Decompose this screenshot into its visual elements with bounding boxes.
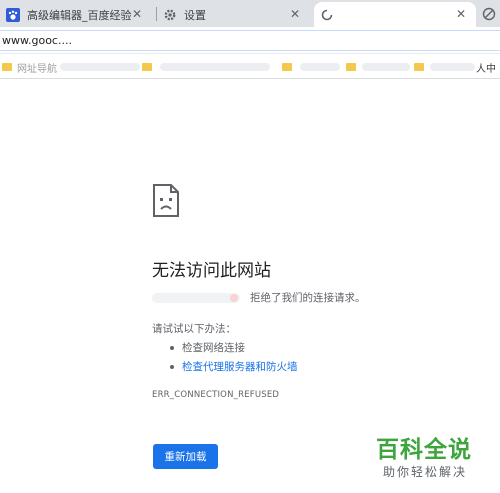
bookmark-folder[interactable] — [414, 61, 429, 73]
error-description-text: 拒绝了我们的连接请求。 — [250, 292, 366, 304]
folder-icon — [2, 63, 12, 71]
gear-icon — [163, 8, 177, 22]
loading-spinner-icon — [320, 8, 334, 22]
suggestion-text: 检查网络连接 — [182, 342, 245, 354]
bookmark-folder[interactable] — [142, 61, 157, 73]
bookmark-item[interactable]: 人中 — [476, 61, 496, 75]
error-description: 拒绝了我们的连接请求。 — [152, 290, 366, 305]
close-tab-icon[interactable]: ✕ — [454, 7, 468, 21]
bullet — [170, 345, 174, 350]
bookmark-item[interactable]: 网址导航 — [2, 61, 57, 75]
address-text[interactable]: www.gooc.... — [2, 34, 72, 47]
try-label: 请试试以下办法： — [152, 323, 236, 335]
bookmark-folder[interactable] — [282, 61, 297, 73]
bookmarks-bar: 网址导航 人中 — [0, 55, 500, 79]
tab-baidu-jingyan[interactable]: 高级编辑器_百度经验 ✕ — [0, 2, 152, 27]
blocked-icon — [482, 7, 496, 21]
sad-page-icon — [152, 184, 180, 217]
bookmark-label: 网址导航 — [17, 63, 57, 75]
tab-title: 高级编辑器_百度经验 — [27, 8, 132, 22]
bullet — [170, 364, 174, 369]
error-title: 无法访问此网站 — [152, 261, 271, 281]
redacted-site-name — [152, 292, 240, 303]
tab-title: 设置 — [184, 8, 206, 22]
tab-current[interactable]: ✕ — [314, 2, 476, 27]
close-tab-icon[interactable]: ✕ — [288, 7, 302, 21]
close-tab-icon[interactable]: ✕ — [130, 7, 144, 21]
folder-icon — [414, 63, 424, 71]
tab-settings[interactable]: 设置 ✕ — [157, 2, 310, 27]
toolbar: www.gooc.... — [0, 27, 500, 54]
blurred-bookmark — [430, 63, 475, 71]
new-tab-button[interactable] — [482, 6, 496, 21]
folder-icon — [282, 63, 292, 71]
baidu-paw-icon — [6, 7, 20, 22]
blurred-bookmark — [300, 63, 340, 71]
blurred-bookmark — [362, 63, 410, 71]
address-bar[interactable]: www.gooc.... — [0, 30, 500, 51]
bookmark-folder[interactable] — [346, 61, 361, 73]
folder-icon — [142, 63, 152, 71]
folder-icon — [346, 63, 356, 71]
watermark-tagline: 助你轻松解决 — [383, 465, 468, 479]
suggestion-link[interactable]: 检查代理服务器和防火墙 — [170, 359, 298, 374]
blurred-bookmark — [160, 63, 270, 71]
error-code: ERR_CONNECTION_REFUSED — [152, 390, 280, 400]
tab-strip: 高级编辑器_百度经验 ✕ 设置 ✕ ✕ — [0, 0, 500, 27]
suggestion-item: 检查网络连接 — [170, 340, 245, 355]
bookmark-label: 人中 — [476, 63, 496, 75]
blurred-bookmark — [60, 63, 140, 71]
reload-button[interactable]: 重新加载 — [153, 444, 218, 469]
watermark-brand: 百科全说 — [376, 437, 472, 463]
suggestion-link-text[interactable]: 检查代理服务器和防火墙 — [182, 359, 298, 374]
